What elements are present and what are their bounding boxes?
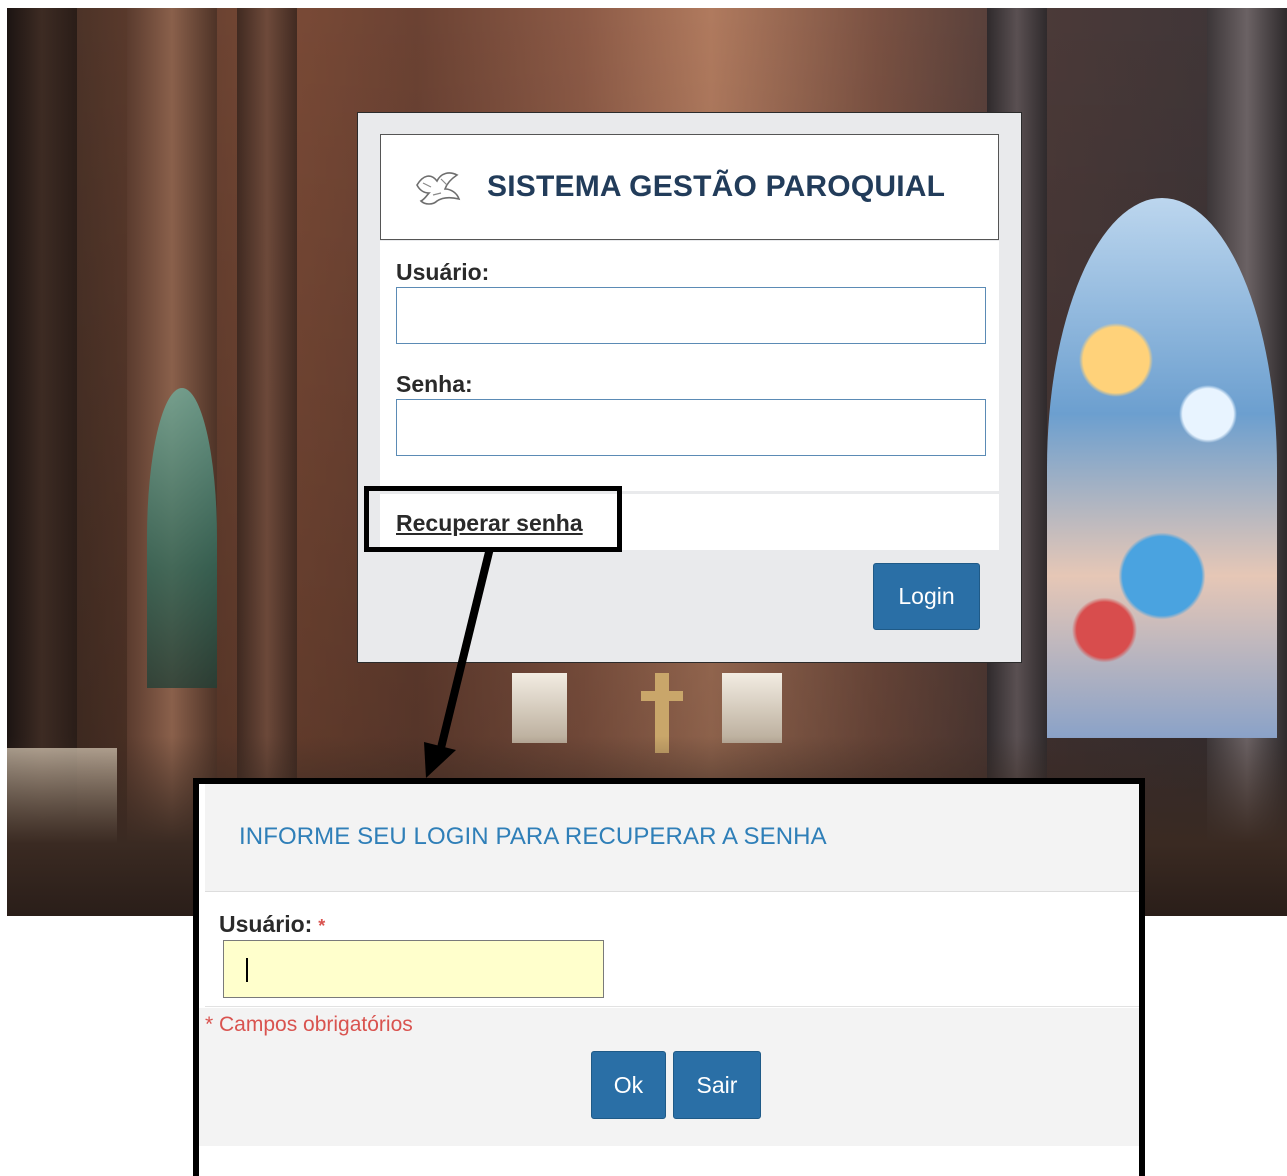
username-input[interactable] bbox=[396, 287, 986, 344]
exit-button[interactable]: Sair bbox=[673, 1051, 761, 1119]
ok-button[interactable]: Ok bbox=[591, 1051, 666, 1119]
login-button[interactable]: Login bbox=[873, 563, 980, 630]
stained-glass-window bbox=[1047, 198, 1277, 738]
username-label: Usuário: bbox=[396, 259, 490, 285]
recover-username-input[interactable] bbox=[223, 940, 604, 998]
dialog-body: Usuário: * bbox=[205, 893, 1139, 1007]
app-title: SISTEMA GESTÃO PAROQUIAL bbox=[487, 170, 946, 203]
required-fields-note: * Campos obrigatórios bbox=[205, 1013, 413, 1036]
highlight-box bbox=[364, 486, 622, 552]
dialog-title: INFORME SEU LOGIN PARA RECUPERAR A SENHA bbox=[239, 823, 827, 850]
dialog-header: INFORME SEU LOGIN PARA RECUPERAR A SENHA bbox=[205, 784, 1139, 892]
password-label: Senha: bbox=[396, 371, 473, 397]
text-caret bbox=[246, 958, 248, 982]
recover-username-label: Usuário: * bbox=[219, 911, 326, 937]
dialog-footer: * Campos obrigatórios Ok Sair bbox=[199, 1008, 1139, 1146]
login-panel: SISTEMA GESTÃO PAROQUIAL Usuário: Senha:… bbox=[357, 112, 1022, 663]
login-form: Usuário: Senha: bbox=[380, 241, 999, 491]
dove-icon bbox=[416, 172, 461, 205]
password-input[interactable] bbox=[396, 399, 986, 456]
login-header: SISTEMA GESTÃO PAROQUIAL bbox=[380, 134, 999, 240]
recover-dialog: INFORME SEU LOGIN PARA RECUPERAR A SENHA… bbox=[193, 778, 1145, 1176]
required-marker: * bbox=[318, 916, 326, 936]
